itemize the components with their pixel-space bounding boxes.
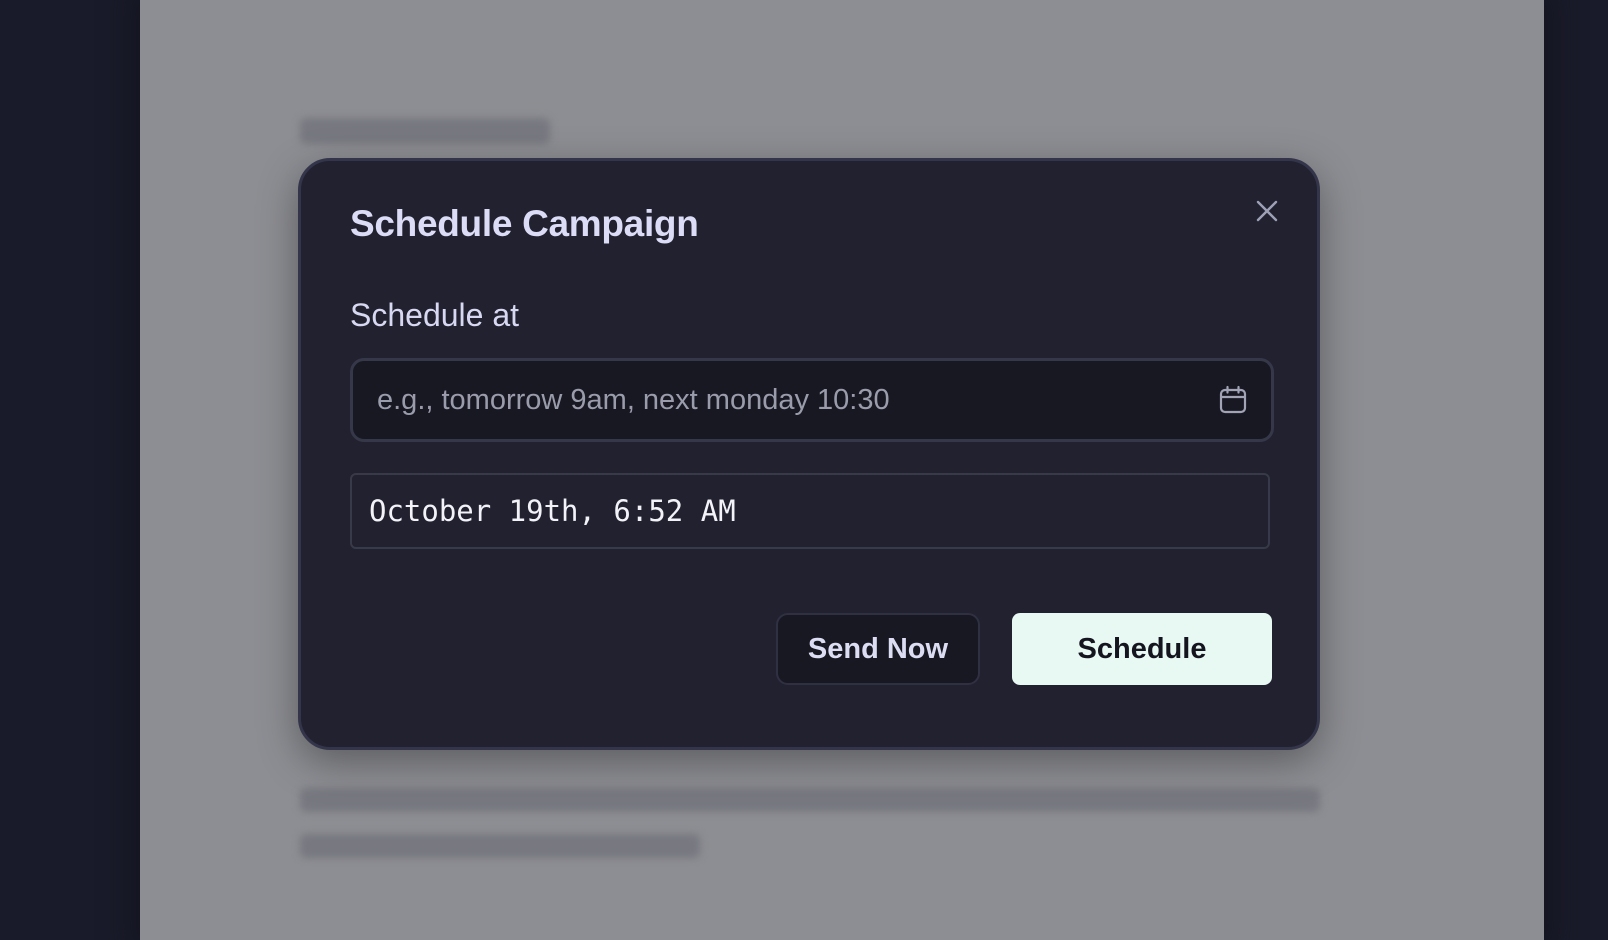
close-icon xyxy=(1256,200,1278,222)
schedule-button[interactable]: Schedule xyxy=(1012,613,1272,685)
schedule-campaign-dialog: Schedule Campaign Schedule at October 19… xyxy=(298,158,1320,750)
blurred-background-text xyxy=(300,834,700,858)
schedule-at-label: Schedule at xyxy=(350,297,520,333)
dialog-title: Schedule Campaign xyxy=(350,203,699,244)
send-now-button[interactable]: Send Now xyxy=(776,613,980,685)
blurred-background-text xyxy=(300,788,1320,812)
parsed-schedule-time: October 19th, 6:52 AM xyxy=(350,473,1270,549)
calendar-icon[interactable] xyxy=(1217,384,1249,416)
blurred-background-heading xyxy=(300,118,550,144)
schedule-at-input[interactable] xyxy=(353,361,1271,439)
schedule-input-container xyxy=(350,358,1274,442)
close-button[interactable] xyxy=(1251,195,1283,227)
